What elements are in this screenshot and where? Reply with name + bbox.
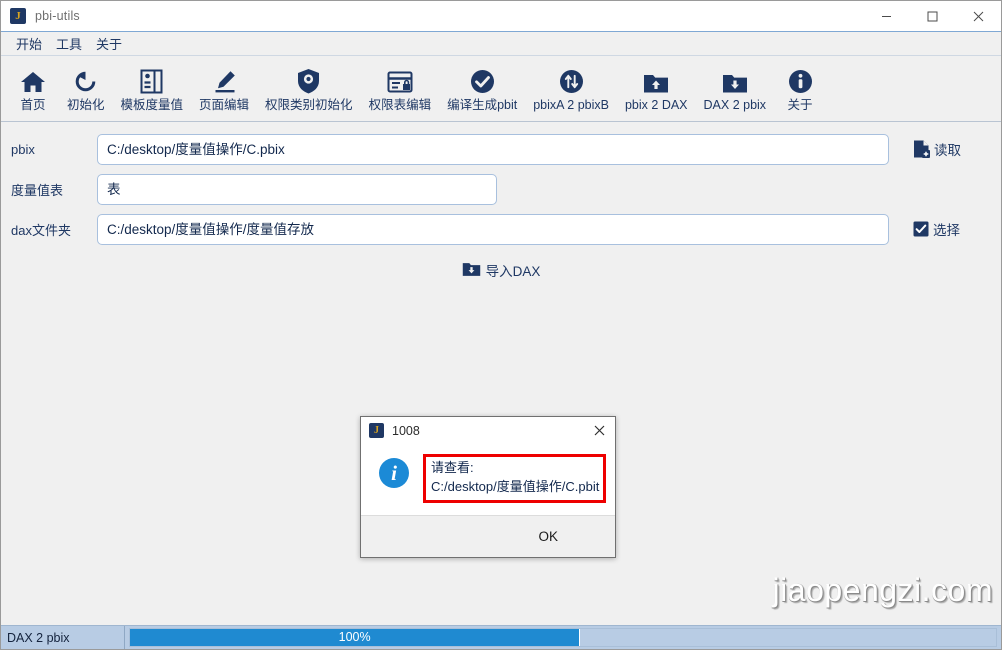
select-button[interactable]: 选择	[913, 219, 960, 239]
dialog-message-line1: 请查看:	[431, 460, 474, 475]
toolbar-item-about[interactable]: 关于	[774, 63, 826, 115]
checkbox-checked-icon	[913, 221, 929, 237]
toolbar-label: 模板度量值	[120, 97, 184, 112]
app-icon: J	[369, 423, 384, 438]
application-window: J pbi-utils 开始 工具 关于 首页 初始化 模板度量值 页面编辑 权…	[0, 0, 1002, 650]
dialog-message: 请查看: C:/desktop/度量值操作/C.pbit	[423, 454, 607, 503]
close-icon[interactable]	[587, 419, 611, 441]
pencil-icon	[212, 66, 237, 94]
file-add-icon	[913, 140, 930, 158]
measure-table-label: 度量值表	[11, 182, 64, 198]
toolbar-item-permission-category-init[interactable]: 权限类别初始化	[257, 63, 361, 115]
toolbar-item-page-edit[interactable]: 页面编辑	[191, 63, 257, 115]
toolbar-label: DAX 2 pbix	[703, 97, 767, 112]
dax-folder-label: dax文件夹	[11, 222, 71, 238]
toolbar-label: 编译生成pbit	[447, 97, 518, 112]
maximize-icon[interactable]	[909, 1, 955, 31]
menu-item-tools[interactable]: 工具	[49, 32, 89, 55]
toolbar-item-pbixa-2-pbixb[interactable]: pbixA 2 pbixB	[525, 63, 617, 115]
measure-table-input[interactable]: 表	[97, 173, 497, 205]
shield-icon	[297, 66, 320, 94]
toolbar-label: pbix 2 DAX	[624, 97, 688, 112]
progress-bar-fill: 100%	[130, 629, 581, 646]
toolbar-label: 关于	[787, 97, 813, 112]
toolbar-label: 页面编辑	[199, 97, 250, 112]
form-row-dax-folder: dax文件夹 C:/desktop/度量值操作/度量值存放 选择	[1, 212, 1001, 246]
dialog-message-line2: C:/desktop/度量值操作/C.pbit	[431, 478, 600, 494]
status-task-label: DAX 2 pbix	[1, 626, 125, 649]
toolbar-item-init[interactable]: 初始化	[59, 63, 113, 115]
close-icon[interactable]	[955, 1, 1001, 31]
form-row-pbix: pbix C:/desktop/度量值操作/C.pbix 读取	[1, 132, 1001, 166]
dialog-body: i 请查看: C:/desktop/度量值操作/C.pbit	[361, 444, 615, 515]
form-row-measure-table: 度量值表 表	[1, 172, 1001, 206]
home-icon	[20, 66, 46, 94]
check-circle-icon	[470, 66, 495, 94]
toolbar-label: 初始化	[67, 97, 105, 112]
refresh-icon	[73, 66, 98, 94]
window-title: pbi-utils	[35, 9, 80, 23]
read-button[interactable]: 读取	[913, 139, 961, 159]
dialog-title: 1008	[392, 423, 420, 438]
swap-circle-icon	[559, 66, 584, 94]
folder-down-icon	[722, 66, 748, 94]
import-dax-label: 导入DAX	[485, 264, 541, 279]
form-area: pbix C:/desktop/度量值操作/C.pbix 读取 度量值表 表 d	[1, 122, 1001, 625]
progress-bar: 100%	[129, 628, 997, 647]
table-lock-icon	[387, 66, 413, 94]
toolbar-item-permission-table-edit[interactable]: 权限表编辑	[361, 63, 440, 115]
toolbar-item-pbix-2-dax[interactable]: pbix 2 DAX	[617, 63, 696, 115]
info-icon: i	[379, 458, 409, 488]
menu-bar: 开始 工具 关于	[1, 32, 1001, 56]
watermark: jiaopengzi.com	[772, 572, 993, 608]
minimize-icon[interactable]	[863, 1, 909, 31]
folder-up-icon	[643, 66, 669, 94]
toolbar-item-compile-pbit[interactable]: 编译生成pbit	[439, 63, 525, 115]
pbix-label: pbix	[11, 141, 35, 157]
import-button-wrap: 导入DAX	[1, 258, 1001, 282]
pbix-input[interactable]: C:/desktop/度量值操作/C.pbix	[97, 133, 889, 165]
toolbar-label: 权限表编辑	[368, 97, 432, 112]
info-circle-icon	[788, 66, 813, 94]
toolbar: 首页 初始化 模板度量值 页面编辑 权限类别初始化 权限表编辑 编译生成pbit…	[1, 56, 1001, 122]
toolbar-label: 权限类别初始化	[265, 97, 353, 112]
title-bar: J pbi-utils	[1, 1, 1001, 32]
app-icon: J	[10, 8, 26, 24]
dax-folder-input[interactable]: C:/desktop/度量值操作/度量值存放	[97, 213, 889, 245]
select-button-label: 选择	[933, 223, 960, 238]
toolbar-item-home[interactable]: 首页	[7, 63, 59, 115]
progress-bar-text: 100%	[338, 630, 371, 645]
template-icon	[140, 66, 163, 94]
toolbar-item-template-measure[interactable]: 模板度量值	[113, 63, 192, 115]
toolbar-label: pbixA 2 pbixB	[533, 97, 609, 112]
toolbar-label: 首页	[20, 97, 46, 112]
window-controls	[863, 1, 1001, 31]
import-dax-button[interactable]: 导入DAX	[456, 258, 547, 282]
ok-button[interactable]: OK	[523, 524, 573, 549]
folder-down-icon	[462, 261, 481, 280]
menu-item-about[interactable]: 关于	[89, 32, 129, 55]
menu-item-start[interactable]: 开始	[9, 32, 49, 55]
dialog-title-bar: J 1008	[361, 417, 615, 444]
message-dialog: J 1008 i 请查看: C:/desktop/度量值操作/C.pbit OK	[360, 416, 616, 558]
dialog-footer: OK	[361, 514, 615, 557]
toolbar-item-dax-2-pbix[interactable]: DAX 2 pbix	[696, 63, 775, 115]
status-bar: DAX 2 pbix 100%	[1, 625, 1001, 649]
read-button-label: 读取	[934, 143, 961, 158]
